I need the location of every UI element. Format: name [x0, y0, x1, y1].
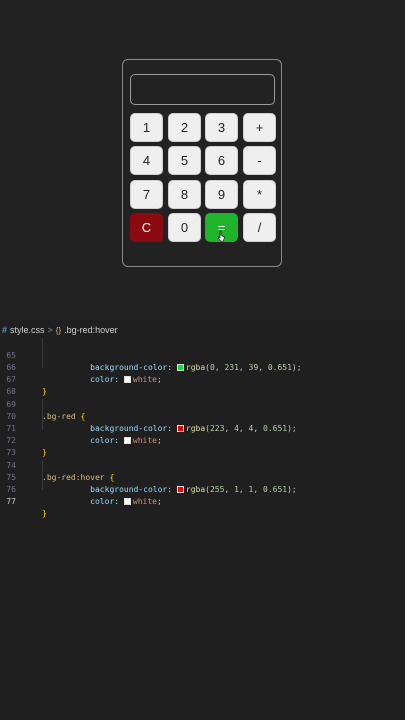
code-editor[interactable]: 65 background-color: rgba(0, 231, 39, 0.… — [0, 338, 405, 720]
calculator: 1 2 3 +4 5 6-7 8 9 * C 0 = / — [122, 59, 282, 267]
css-rule-icon: {} — [55, 325, 62, 335]
key-7-button[interactable]: 7 — [130, 180, 163, 209]
key-3-button[interactable]: 3 — [205, 113, 238, 142]
code-line: 73 — [0, 435, 405, 457]
key-5-button[interactable]: 5 — [168, 146, 201, 175]
key-1-button[interactable]: 1 — [130, 113, 163, 142]
code-line: 67 } — [0, 362, 405, 396]
line-number: 77 — [6, 497, 16, 506]
key-plus-button[interactable]: + — [243, 113, 276, 142]
key-8-button[interactable]: 8 — [168, 180, 201, 209]
key-2-button[interactable]: 2 — [168, 113, 201, 142]
key-0-button[interactable]: 0 — [168, 213, 201, 242]
key-6-button[interactable]: 6 — [205, 146, 238, 175]
code-line: 66 color: white; — [0, 350, 405, 384]
breadcrumb-file[interactable]: style.css — [10, 325, 45, 335]
code-line: 72 } — [0, 423, 405, 457]
key-4-button[interactable]: 4 — [130, 146, 163, 175]
key-multiply-button[interactable]: * — [243, 180, 276, 209]
breadcrumb: # style.css > {} .bg-red:hover — [0, 322, 405, 338]
breadcrumb-separator: > — [47, 325, 53, 335]
key-9-button[interactable]: 9 — [205, 180, 238, 209]
code-line: 71 color: white; — [0, 411, 405, 445]
code-line: 68 — [0, 374, 405, 396]
code-line: 76 color: white; — [0, 472, 405, 506]
key-divide-button[interactable]: / — [243, 213, 276, 242]
calculator-display — [130, 74, 275, 105]
code-line: 65 background-color: rgba(0, 231, 39, 0.… — [0, 338, 405, 372]
code-line: 70 background-color: rgba(223, 4, 4, 0.6… — [0, 399, 405, 433]
code-line-current: 77 } — [0, 484, 405, 518]
color-swatch[interactable] — [123, 498, 131, 505]
code-line: 74 .bg-red:hover { — [0, 448, 405, 482]
key-clear-button[interactable]: C — [130, 213, 163, 242]
app-preview: 1 2 3 +4 5 6-7 8 9 * C 0 = / — [0, 0, 405, 320]
css-file-icon: # — [2, 325, 8, 335]
key-minus-button[interactable]: - — [243, 146, 276, 175]
code-line: 69 .bg-red { — [0, 387, 405, 421]
mouse-pointer-icon — [217, 230, 225, 242]
breadcrumb-rule[interactable]: .bg-red:hover — [64, 325, 118, 335]
code-line: 75 background-color: rgba(255, 1, 1, 0.6… — [0, 460, 405, 494]
